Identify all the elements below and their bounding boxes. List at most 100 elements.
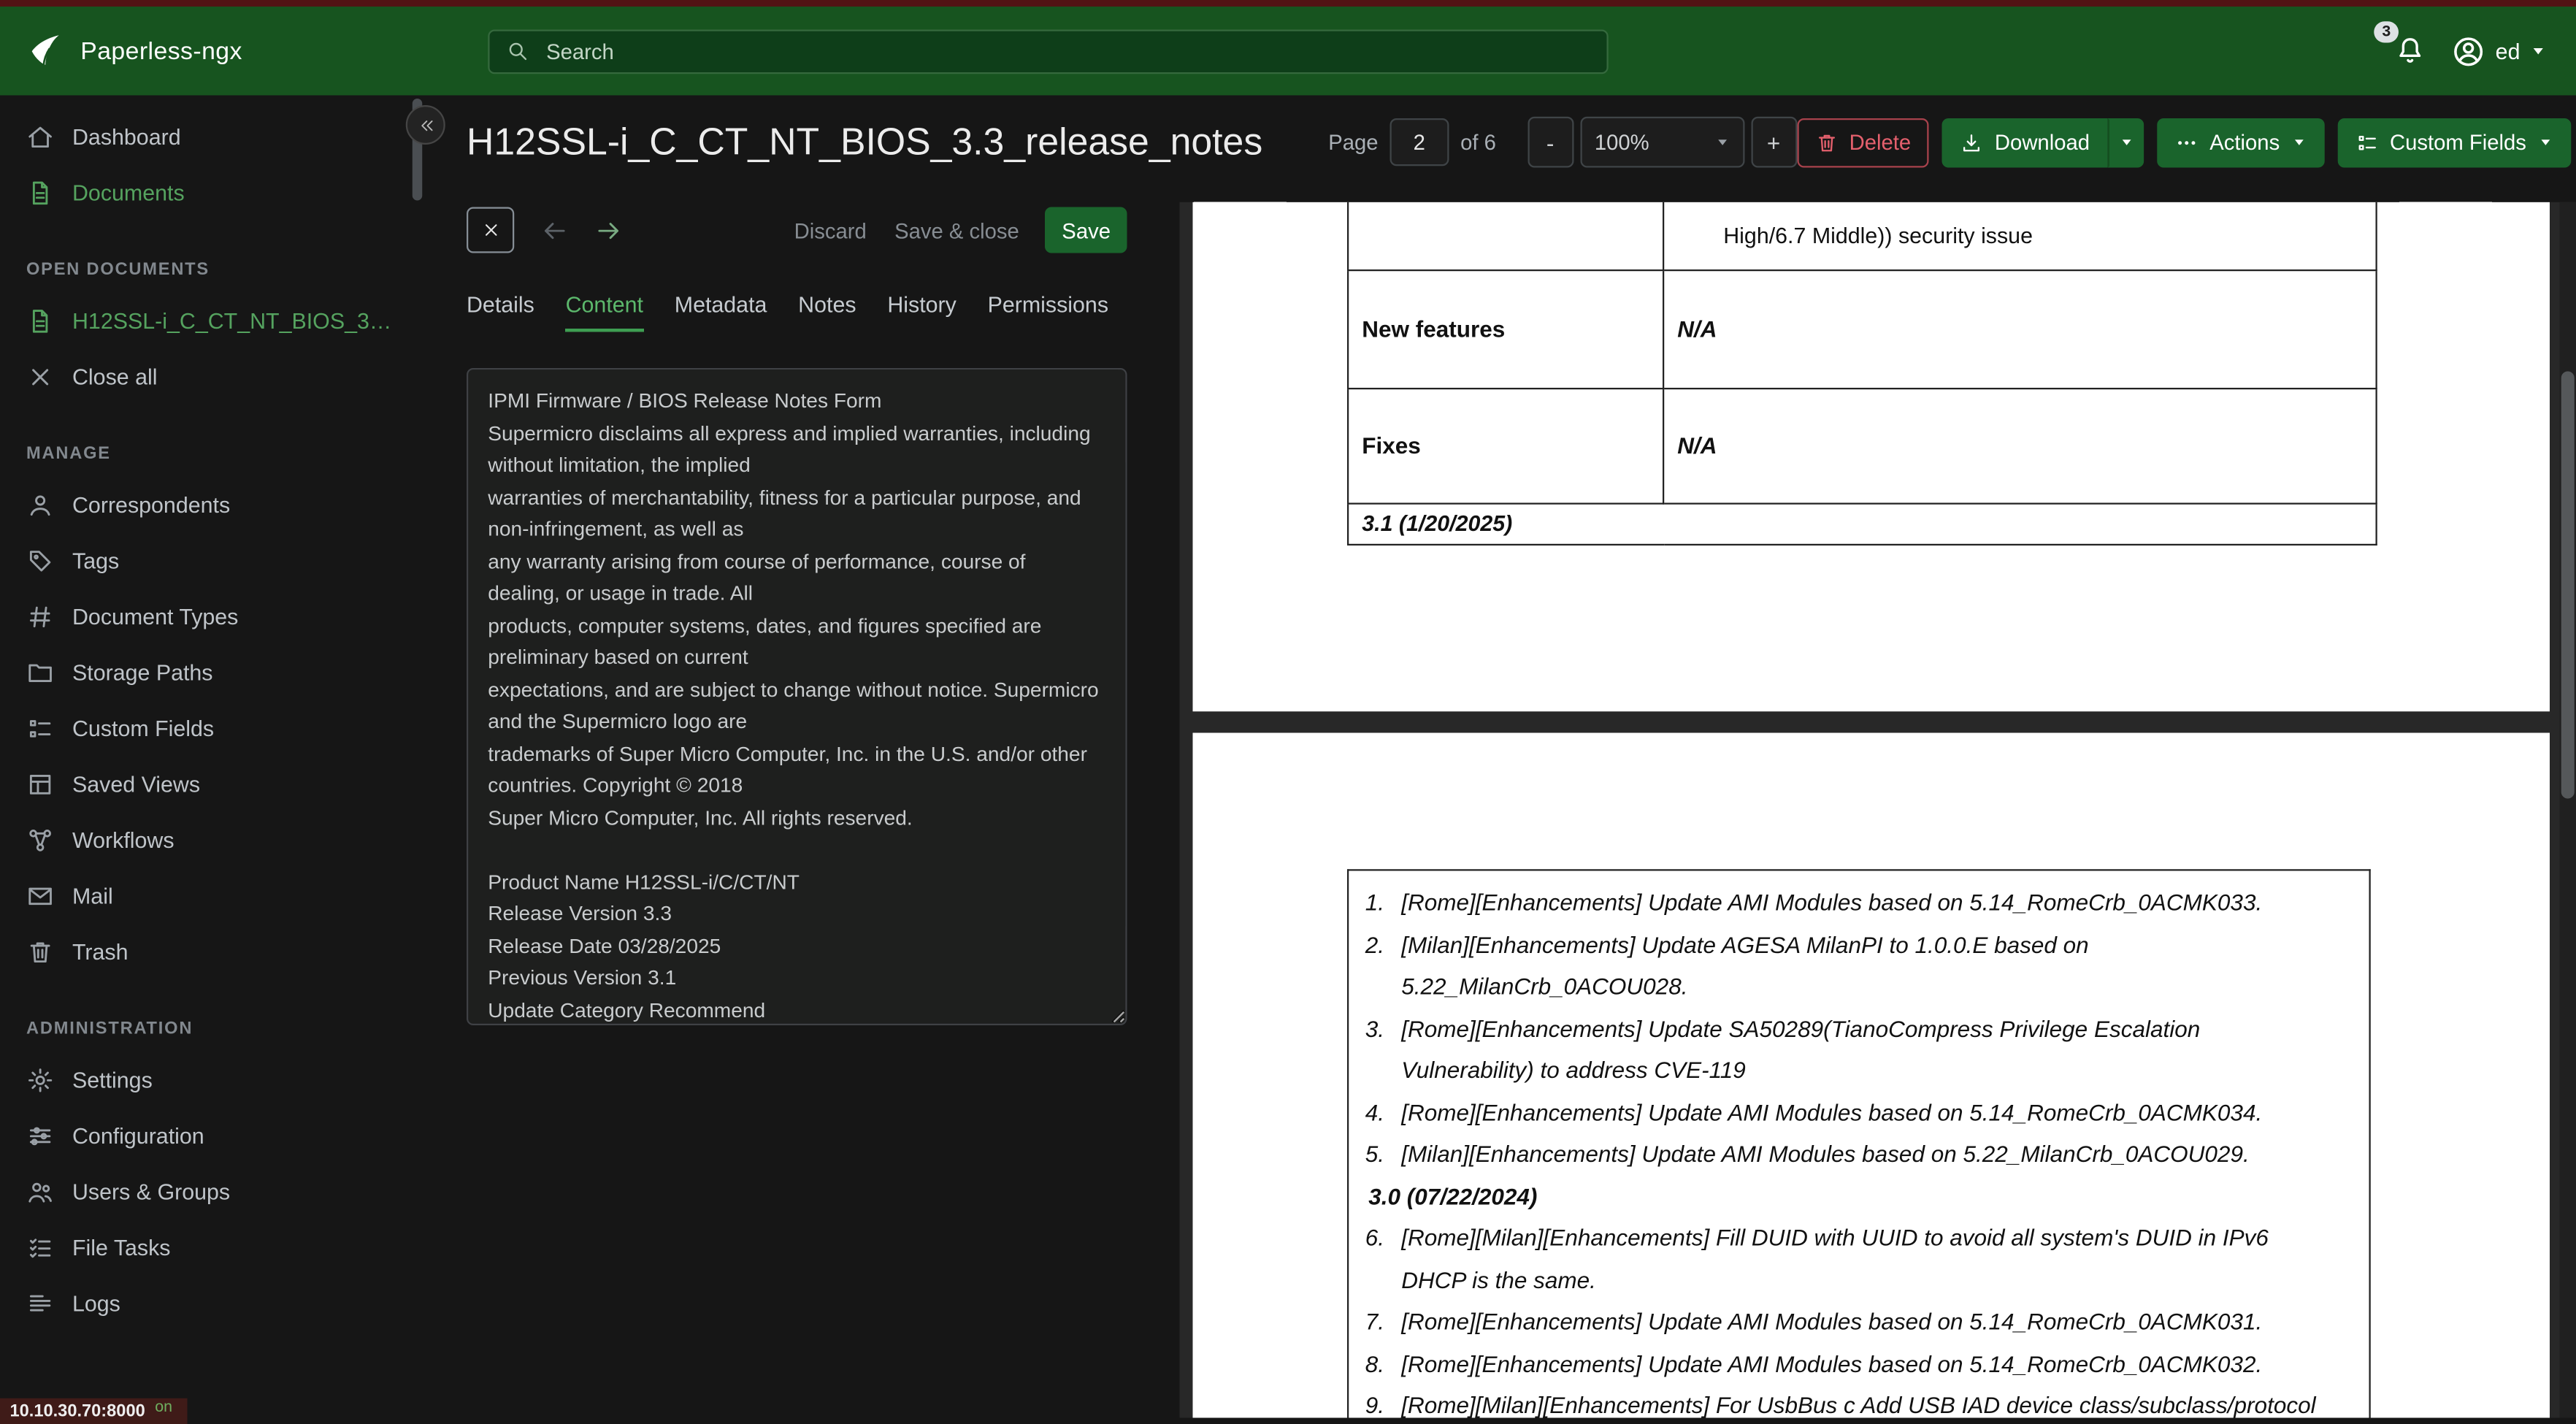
- paperless-logo-icon: [31, 35, 59, 66]
- page-number-input[interactable]: [1389, 118, 1449, 166]
- close-document-button[interactable]: [467, 207, 515, 253]
- sidebar-item-correspondents[interactable]: Correspondents: [0, 477, 424, 533]
- sidebar-item-workflows[interactable]: Workflows: [0, 812, 424, 868]
- zoom-out-button[interactable]: -: [1527, 116, 1573, 168]
- tab-permissions[interactable]: Permissions: [988, 293, 1108, 332]
- sidebar-item-custom-fields[interactable]: Custom Fields: [0, 700, 424, 757]
- actions-button[interactable]: Actions: [2157, 117, 2324, 167]
- global-search: [488, 28, 1609, 74]
- sidebar-item-documents[interactable]: Documents: [0, 164, 424, 221]
- sidebar-item-storage-paths[interactable]: Storage Paths: [0, 644, 424, 700]
- bell-icon: [2393, 34, 2426, 67]
- close-icon: [480, 221, 500, 240]
- sidebar-item-label: File Tasks: [72, 1234, 171, 1260]
- sidebar-item-users-groups[interactable]: Users & Groups: [0, 1163, 424, 1220]
- logs-icon: [26, 1289, 54, 1317]
- chevron-down-icon: [2530, 43, 2547, 60]
- download-icon: [1960, 131, 1984, 154]
- tab-history[interactable]: History: [887, 293, 957, 332]
- app-header: Paperless-ngx 3 ed: [0, 7, 2576, 96]
- download-label: Download: [1994, 129, 2090, 155]
- editor-tabs: Details Content Metadata Notes History P…: [467, 293, 1127, 332]
- discard-button[interactable]: Discard: [794, 218, 867, 242]
- saved-views-icon: [26, 770, 54, 797]
- top-accent-strip: [0, 0, 2576, 7]
- close-icon: [26, 362, 54, 390]
- editor-actions: Discard Save & close Save: [467, 207, 1127, 253]
- list-version-heading: 3.0 (07/22/2024): [1368, 1182, 1538, 1209]
- tab-notes[interactable]: Notes: [798, 293, 856, 332]
- ellipsis-icon: [2175, 131, 2199, 154]
- status-url: 10.10.30.70:8000: [9, 1401, 145, 1422]
- sidebar-item-logs[interactable]: Logs: [0, 1275, 424, 1331]
- custom-fields-icon: [2355, 131, 2379, 154]
- documents-icon: [26, 178, 54, 206]
- sidebar-heading-manage: Manage: [26, 443, 111, 464]
- download-caret-button[interactable]: [2107, 117, 2144, 167]
- arrow-right-icon: [594, 216, 621, 244]
- chevron-down-icon: [2538, 135, 2553, 150]
- delete-button[interactable]: Delete: [1796, 117, 1929, 167]
- collapse-sidebar-button[interactable]: [405, 105, 445, 145]
- notifications-button[interactable]: 3: [2374, 21, 2426, 67]
- document-toolbar: H12SSL-i_C_CT_NT_BIOS_3.3_release_notes …: [424, 96, 2576, 185]
- home-icon: [26, 123, 54, 150]
- list-item: 3. [Rome][Enhancements] Update SA50289(Ti…: [1365, 1014, 2201, 1083]
- header-right: 3 ed: [2374, 21, 2547, 68]
- sliders-icon: [26, 1122, 54, 1149]
- chevrons-left-icon: [416, 116, 434, 134]
- sidebar-item-label: Saved Views: [72, 771, 201, 797]
- download-button[interactable]: Download: [1941, 117, 2108, 167]
- zoom-level-select[interactable]: 100%: [1579, 116, 1744, 168]
- release-notes-table: High/6.7 Middle)) security issue New fea…: [1347, 202, 2377, 545]
- sidebar-item-open-document[interactable]: H12SSL-i_C_CT_NT_BIOS_3.3_rel...: [0, 293, 424, 349]
- custom-fields-button[interactable]: Custom Fields: [2337, 117, 2571, 167]
- hash-icon: [26, 602, 54, 630]
- list-item: 9. [Rome][Milan][Enhancements] For UsbBus…: [1365, 1391, 2316, 1418]
- tab-details[interactable]: Details: [467, 293, 534, 332]
- list-item: 1. [Rome][Enhancements] Update AMI Module…: [1365, 889, 2263, 916]
- list-item: 4. [Rome][Enhancements] Update AMI Module…: [1365, 1098, 2263, 1125]
- sidebar-item-label: Documents: [72, 180, 185, 205]
- sidebar-item-dashboard[interactable]: Dashboard: [0, 109, 424, 165]
- sidebar-item-mail[interactable]: Mail: [0, 868, 424, 924]
- search-input[interactable]: [543, 37, 1592, 65]
- preview-page-2: 1. [Rome][Enhancements] Update AMI Module…: [1192, 732, 2550, 1418]
- app-name: Paperless-ngx: [80, 37, 242, 65]
- tab-content[interactable]: Content: [565, 293, 644, 332]
- sidebar-item-configuration[interactable]: Configuration: [0, 1108, 424, 1164]
- sidebar-item-label: Users & Groups: [72, 1179, 231, 1204]
- tab-metadata[interactable]: Metadata: [675, 293, 767, 332]
- status-url-suffix: on: [155, 1397, 173, 1416]
- sidebar-item-trash[interactable]: Trash: [0, 924, 424, 980]
- actions-label: Actions: [2209, 129, 2280, 155]
- main-content: H12SSL-i_C_CT_NT_BIOS_3.3_release_notes …: [405, 96, 2576, 1424]
- sidebar-item-close-all[interactable]: Close all: [0, 348, 424, 405]
- document-title: H12SSL-i_C_CT_NT_BIOS_3.3_release_notes: [467, 120, 1263, 163]
- content-textarea[interactable]: IPMI Firmware / BIOS Release Notes Form …: [467, 368, 1127, 1025]
- save-button[interactable]: Save: [1045, 207, 1127, 253]
- sidebar-item-saved-views[interactable]: Saved Views: [0, 756, 424, 812]
- sidebar-heading-administration: Administration: [26, 1019, 193, 1038]
- sidebar-item-file-tasks[interactable]: File Tasks: [0, 1220, 424, 1276]
- table-cell-new-features: New features: [1347, 268, 1665, 389]
- sidebar-item-tags[interactable]: Tags: [0, 532, 424, 589]
- zoom-in-button[interactable]: +: [1750, 116, 1797, 168]
- next-document-button[interactable]: [593, 215, 623, 245]
- chevron-down-icon: [2118, 135, 2133, 150]
- download-split-button: Download: [1941, 117, 2144, 167]
- folder-icon: [26, 658, 54, 686]
- document-actions: Delete Download Actions Custom Fields: [1796, 117, 2576, 167]
- table-cell-fixes-value: N/A: [1663, 386, 2377, 504]
- save-close-button[interactable]: Save & close: [894, 218, 1019, 242]
- sidebar-item-label: Trash: [72, 938, 129, 964]
- sidebar-item-settings[interactable]: Settings: [0, 1052, 424, 1108]
- sidebar-item-document-types[interactable]: Document Types: [0, 589, 424, 645]
- user-menu[interactable]: ed: [2451, 34, 2547, 68]
- previous-document-button[interactable]: [539, 215, 569, 245]
- sidebar: Dashboard Documents Open documents H12SS…: [0, 96, 424, 1424]
- user-avatar-icon: [2451, 34, 2485, 68]
- open-document-label: H12SSL-i_C_CT_NT_BIOS_3.3_rel...: [72, 307, 398, 333]
- preview-scrollbar-thumb[interactable]: [2561, 371, 2575, 799]
- sidebar-item-label: Configuration: [72, 1122, 204, 1148]
